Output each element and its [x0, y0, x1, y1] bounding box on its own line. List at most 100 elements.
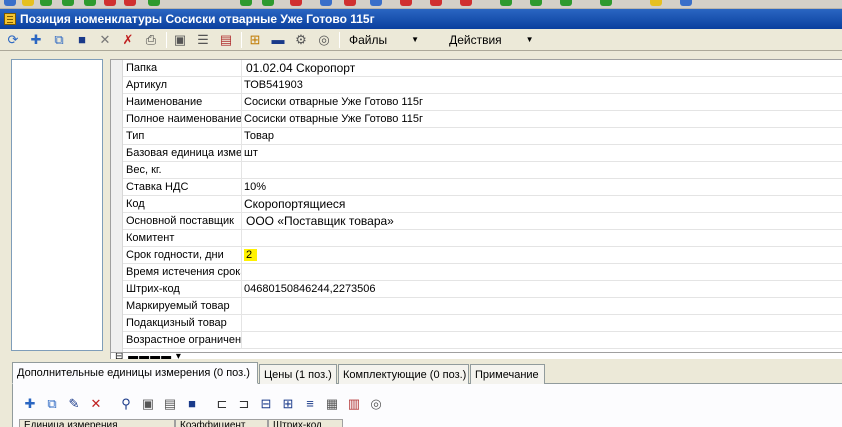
- property-value[interactable]: Товар: [241, 128, 427, 144]
- form-icon[interactable]: ▣: [171, 31, 189, 49]
- toolbar-separator: [166, 31, 167, 48]
- monitor-icon[interactable]: ▬: [269, 31, 287, 49]
- settings-icon[interactable]: ⚙: [292, 31, 310, 49]
- property-value[interactable]: [241, 162, 427, 178]
- property-row[interactable]: Возрастное ограничение: [123, 332, 842, 349]
- property-row[interactable]: Основной поставщик ООО «Поставщик товара…: [123, 213, 842, 230]
- column-header[interactable]: Штрих-код: [268, 419, 343, 427]
- property-row[interactable]: Тип Товар: [123, 128, 842, 145]
- print-icon[interactable]: ⎙: [142, 31, 160, 49]
- shelf-life-value[interactable]: 2: [244, 249, 258, 261]
- structure-icon[interactable]: ⊞: [246, 31, 264, 49]
- property-label: Возрастное ограничение: [126, 334, 241, 346]
- property-value[interactable]: ТОВ541903: [241, 77, 427, 93]
- delete-mark-icon[interactable]: ✗: [119, 31, 137, 49]
- tab-notes[interactable]: Примечание: [470, 364, 545, 384]
- property-value[interactable]: 01.02.04 Скоропорт: [241, 60, 427, 76]
- strip-icon: [560, 0, 572, 6]
- history-icon[interactable]: ▤: [217, 31, 235, 49]
- tab-content: ✚ ⧉ ✎ ✕ ⚲ ▣ ▤ ■ ⊏ ⊐ ⊟ ⊞ ≡ ▦ ▥ ◎ Единица …: [12, 384, 842, 427]
- actions-menu-label: Действия: [449, 32, 502, 47]
- filter-icon[interactable]: ▣: [139, 394, 157, 412]
- property-row[interactable]: Штрих-код 04680150846244,2273506: [123, 281, 842, 298]
- strip-icon: [650, 0, 662, 6]
- actions-menu[interactable]: Действия ▼: [444, 31, 539, 49]
- copy-icon[interactable]: ⧉: [50, 31, 68, 49]
- property-value[interactable]: Сосиски отварные Уже Готово 115г: [241, 94, 427, 110]
- property-row[interactable]: Вес, кг.: [123, 162, 842, 179]
- edit-row-icon[interactable]: ✎: [65, 394, 83, 412]
- property-value[interactable]: [241, 298, 427, 314]
- strip-icon: [62, 0, 74, 6]
- window-title-bar[interactable]: Позиция номенклатуры Сосиски отварные Уж…: [0, 9, 842, 29]
- chevron-down-icon: ▼: [525, 35, 534, 44]
- add-icon[interactable]: ✚: [27, 31, 45, 49]
- property-label: Ставка НДС: [126, 181, 189, 193]
- property-label: Срок годности, дни: [126, 249, 224, 261]
- files-menu-label: Файлы: [349, 32, 388, 47]
- property-row[interactable]: Полное наименование Сосиски отварные Уже…: [123, 111, 842, 128]
- properties-grid: Папка 01.02.04 Скоропорт Артикул ТОВ5419…: [110, 59, 842, 353]
- property-value[interactable]: [241, 264, 427, 280]
- toolbar-separator: [241, 31, 242, 48]
- picture-pane[interactable]: [11, 59, 103, 351]
- property-label: Полное наименование: [126, 113, 241, 125]
- property-row[interactable]: Код Скоропортящиеся: [123, 196, 842, 213]
- strip-icon: [460, 0, 472, 6]
- property-value[interactable]: [241, 332, 427, 348]
- list-icon[interactable]: ☰: [194, 31, 212, 49]
- filter-clear-icon[interactable]: ▤: [161, 394, 179, 412]
- property-row[interactable]: Маркируемый товар: [123, 298, 842, 315]
- top-toolbar-strip: [0, 0, 842, 9]
- property-value-cell[interactable]: 2: [241, 247, 427, 263]
- report-icon[interactable]: ▥: [345, 394, 363, 412]
- strip-icon: [124, 0, 136, 6]
- tab-prices[interactable]: Цены (1 поз.): [259, 364, 337, 384]
- property-value[interactable]: 04680150846244,2273506: [241, 281, 427, 297]
- property-row[interactable]: Комитент: [123, 230, 842, 247]
- column-header[interactable]: Коэффициент: [175, 419, 268, 427]
- property-row[interactable]: Срок годности, дни 2: [123, 247, 842, 264]
- copy-row-icon[interactable]: ⧉: [43, 394, 61, 412]
- property-row[interactable]: Время истечения срока: [123, 264, 842, 281]
- group-icon[interactable]: ≡: [301, 394, 319, 412]
- close-icon[interactable]: ✕: [96, 31, 114, 49]
- search-icon[interactable]: ⚲: [117, 394, 135, 412]
- sort-desc-icon[interactable]: ⊐: [235, 394, 253, 412]
- property-row[interactable]: Артикул ТОВ541903: [123, 77, 842, 94]
- files-menu[interactable]: Файлы ▼: [344, 31, 424, 49]
- property-value[interactable]: Сосиски отварные Уже Готово 115г: [241, 111, 427, 127]
- property-row[interactable]: Базовая единица измерения шт: [123, 145, 842, 162]
- property-label: Комитент: [126, 232, 175, 244]
- tab-extra-units[interactable]: Дополнительные единицы измерения (0 поз.…: [12, 362, 258, 384]
- property-value[interactable]: шт: [241, 145, 427, 161]
- table-icon[interactable]: ▦: [323, 394, 341, 412]
- tab-components[interactable]: Комплектующие (0 поз.): [338, 364, 469, 384]
- column-header[interactable]: Единица измерения: [19, 419, 175, 427]
- property-row[interactable]: Подакцизный товар: [123, 315, 842, 332]
- property-row[interactable]: Папка 01.02.04 Скоропорт: [123, 60, 842, 77]
- property-row[interactable]: Ставка НДС 10%: [123, 179, 842, 196]
- property-value[interactable]: Скоропортящиеся: [241, 196, 427, 212]
- delete-row-icon[interactable]: ✕: [87, 394, 105, 412]
- options-icon[interactable]: ◎: [315, 31, 333, 49]
- strip-icon: [40, 0, 52, 6]
- sort-asc-icon[interactable]: ⊏: [213, 394, 231, 412]
- move-down-icon[interactable]: ⊞: [279, 394, 297, 412]
- property-value[interactable]: [241, 230, 427, 246]
- table-settings-icon[interactable]: ◎: [367, 394, 385, 412]
- save-filter-icon[interactable]: ■: [183, 394, 201, 412]
- move-up-icon[interactable]: ⊟: [257, 394, 275, 412]
- expand-icon[interactable]: ⊟ ▬▬▬▬ ▾: [115, 353, 182, 359]
- strip-icon: [344, 0, 356, 6]
- property-row[interactable]: Наименование Сосиски отварные Уже Готово…: [123, 94, 842, 111]
- property-value[interactable]: [241, 315, 427, 331]
- add-row-icon[interactable]: ✚: [21, 394, 39, 412]
- save-icon[interactable]: ■: [73, 31, 91, 49]
- property-label: Тип: [126, 130, 145, 142]
- refresh-icon[interactable]: ⟳: [4, 31, 22, 49]
- property-label: Маркируемый товар: [126, 300, 230, 312]
- property-value[interactable]: 10%: [241, 179, 427, 195]
- strip-icon: [430, 0, 442, 6]
- property-value[interactable]: ООО «Поставщик товара»: [241, 213, 427, 229]
